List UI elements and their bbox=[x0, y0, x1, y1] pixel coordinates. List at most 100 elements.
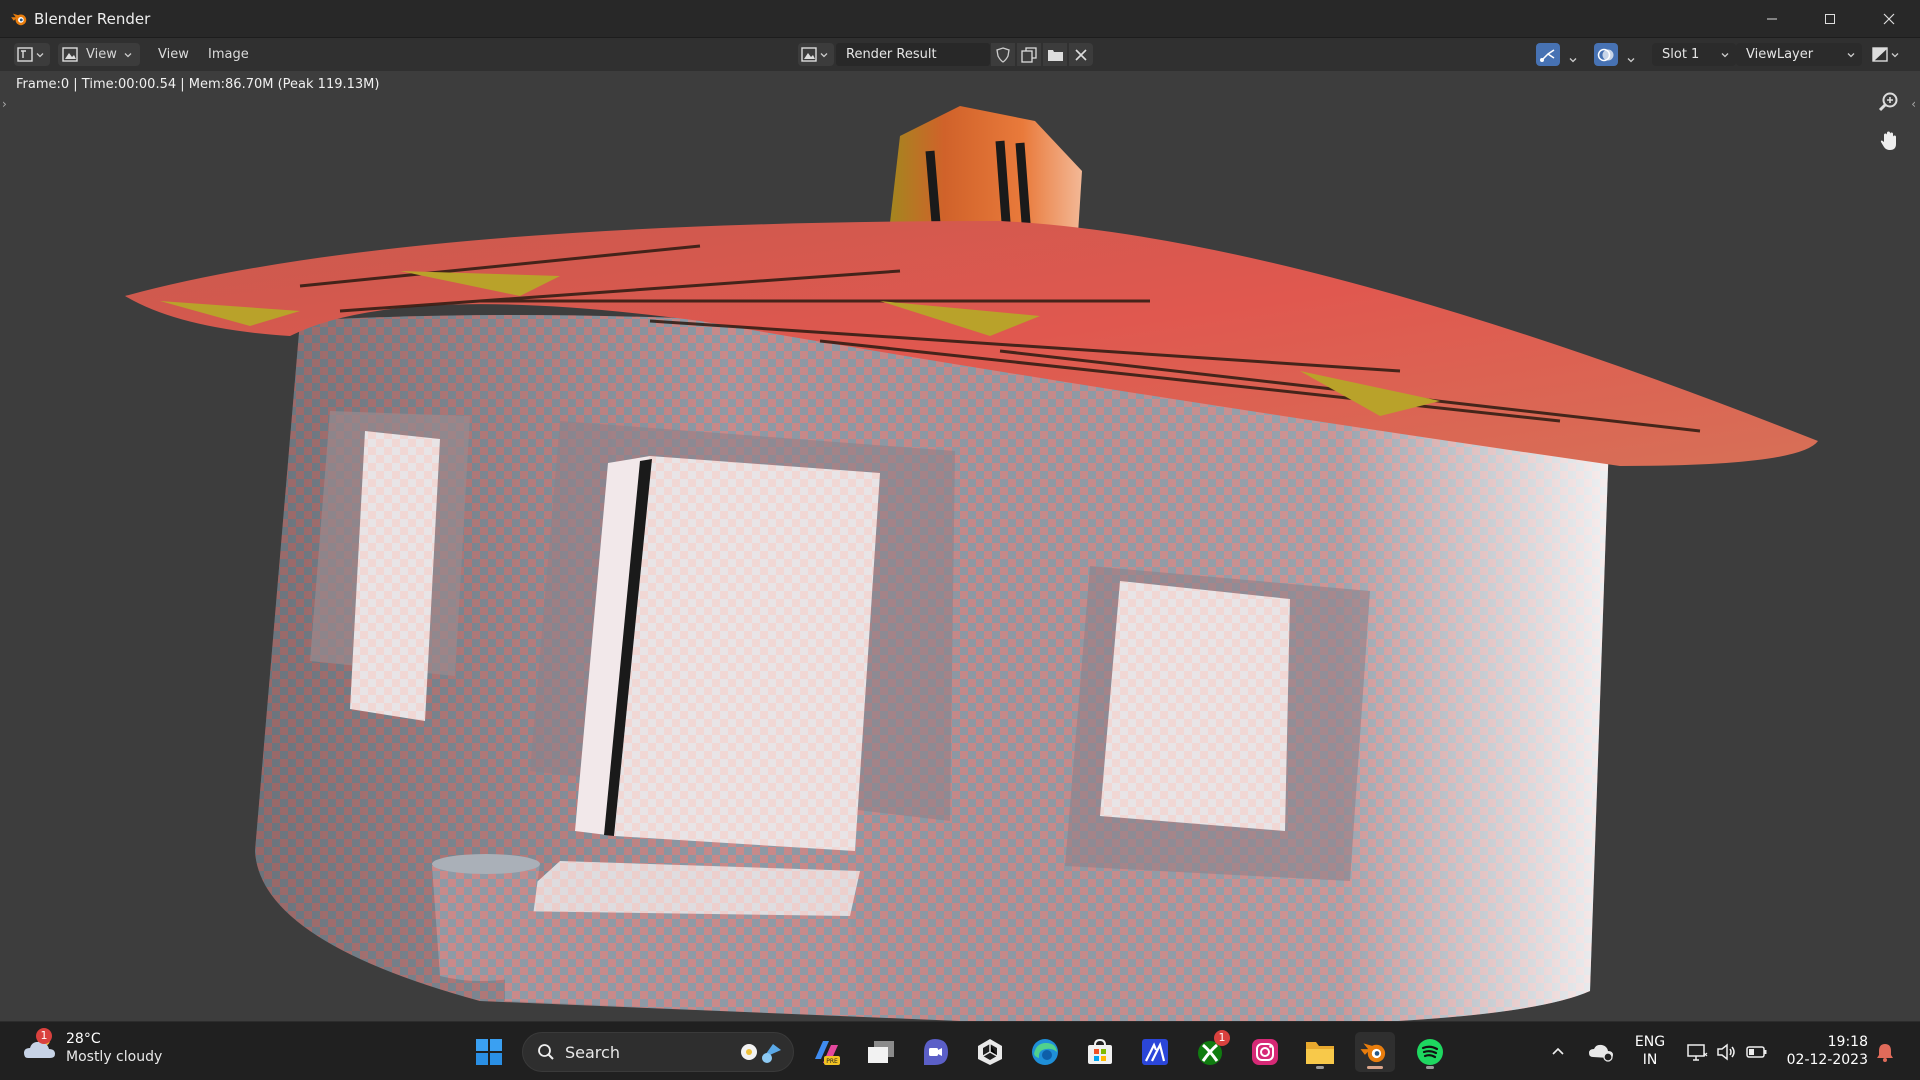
zoom-button[interactable] bbox=[1872, 84, 1906, 118]
taskbar-unity[interactable] bbox=[970, 1032, 1010, 1072]
title-bar: Blender Render bbox=[0, 0, 1920, 38]
language-line2: IN bbox=[1642, 1052, 1658, 1068]
clock[interactable]: 19:18 02-12-2023 bbox=[1780, 1033, 1868, 1069]
meet-video-icon bbox=[924, 1039, 948, 1065]
blender-icon bbox=[11, 13, 27, 26]
xbox-badge: 1 bbox=[1214, 1030, 1230, 1046]
notifications-button[interactable] bbox=[1876, 1022, 1894, 1080]
battery-icon bbox=[1746, 1045, 1767, 1058]
pan-button[interactable] bbox=[1872, 124, 1906, 158]
view-mode-dropdown[interactable]: View bbox=[58, 43, 140, 66]
chevron-down-icon bbox=[820, 52, 828, 57]
menu-view[interactable]: View bbox=[152, 44, 195, 65]
tray-onedrive[interactable] bbox=[1588, 1022, 1614, 1080]
search-highlight-icon bbox=[741, 1044, 781, 1063]
window-title: Blender Render bbox=[34, 10, 151, 28]
weather-widget[interactable]: 1 28°C Mostly cloudy bbox=[22, 1028, 163, 1066]
fake-user-shield-icon bbox=[996, 46, 1010, 63]
tray-overflow-button[interactable] bbox=[1550, 1022, 1566, 1080]
slot-dropdown[interactable]: Slot 1 bbox=[1652, 43, 1736, 66]
render-info-text: Frame:0 | Time:00:00.54 | Mem:86.70M (Pe… bbox=[16, 77, 380, 92]
active-indicator bbox=[1367, 1066, 1383, 1069]
blender-icon bbox=[1360, 1043, 1386, 1063]
zoom-icon bbox=[1878, 92, 1898, 112]
duplicate-image-icon bbox=[1021, 46, 1037, 63]
sidebar-expand-arrow[interactable]: ‹ bbox=[1911, 97, 1916, 111]
chevron-down-icon bbox=[124, 52, 132, 57]
view-layer-label: ViewLayer bbox=[1746, 47, 1814, 62]
file-explorer-icon bbox=[1306, 1042, 1334, 1064]
task-view-icon bbox=[868, 1041, 894, 1063]
display-channels-dropdown[interactable] bbox=[1872, 43, 1908, 66]
taskbar-search[interactable]: Search bbox=[522, 1032, 794, 1072]
browse-image-button[interactable] bbox=[798, 43, 834, 66]
editor-type-button[interactable] bbox=[14, 43, 50, 66]
taskbar-spotify[interactable] bbox=[1410, 1032, 1450, 1072]
gizmo-icon bbox=[1540, 48, 1555, 62]
weather-desc: Mostly cloudy bbox=[66, 1049, 163, 1065]
taskbar-edge[interactable] bbox=[1025, 1032, 1065, 1072]
image-browse-icon bbox=[801, 46, 817, 62]
taskbar-instagram[interactable] bbox=[1245, 1032, 1285, 1072]
chevron-down-icon bbox=[1847, 53, 1855, 58]
taskbar-file-explorer[interactable] bbox=[1300, 1032, 1340, 1072]
affinity-icon bbox=[1142, 1039, 1168, 1065]
toolbar-expand-arrow[interactable]: › bbox=[2, 97, 7, 111]
close-icon bbox=[1883, 13, 1895, 25]
start-button[interactable] bbox=[469, 1032, 509, 1072]
language-line1: ENG bbox=[1634, 1034, 1666, 1050]
tray-network[interactable] bbox=[1686, 1022, 1708, 1080]
search-label: Search bbox=[565, 1042, 620, 1062]
clock-date: 02-12-2023 bbox=[1786, 1052, 1868, 1068]
blender-window: Blender Render View View Image Render Re… bbox=[0, 0, 1920, 1080]
minimize-button[interactable] bbox=[1743, 0, 1801, 38]
microsoft-store-icon bbox=[1088, 1038, 1112, 1064]
fake-user-button[interactable] bbox=[991, 43, 1015, 66]
chevron-down-icon bbox=[1891, 52, 1899, 57]
taskbar-store[interactable] bbox=[1080, 1032, 1120, 1072]
network-icon bbox=[1687, 1043, 1708, 1061]
volume-icon bbox=[1717, 1042, 1735, 1061]
close-button[interactable] bbox=[1860, 0, 1918, 38]
open-image-button[interactable] bbox=[1043, 43, 1067, 66]
gizmo-toggle[interactable] bbox=[1536, 43, 1560, 66]
chevron-down-icon[interactable] bbox=[1626, 55, 1636, 65]
taskbar-xbox[interactable]: 1 bbox=[1190, 1030, 1230, 1072]
svg-text:PRE: PRE bbox=[826, 1058, 838, 1065]
menu-image[interactable]: Image bbox=[202, 44, 255, 65]
windows-taskbar: 1 28°C Mostly cloudy Search PRE 1 ENG IN… bbox=[0, 1021, 1920, 1080]
instagram-icon bbox=[1252, 1039, 1278, 1065]
new-image-button[interactable] bbox=[1017, 43, 1041, 66]
taskbar-task-view[interactable] bbox=[861, 1032, 901, 1072]
chevron-down-icon[interactable] bbox=[1568, 55, 1578, 65]
tray-battery[interactable] bbox=[1746, 1022, 1768, 1080]
language-indicator[interactable]: ENG IN bbox=[1630, 1033, 1670, 1069]
onedrive-sync-icon bbox=[1589, 1044, 1613, 1062]
view-layer-dropdown[interactable]: ViewLayer bbox=[1736, 43, 1862, 66]
unlink-image-button[interactable] bbox=[1069, 43, 1093, 66]
chevron-down-icon bbox=[36, 52, 44, 57]
weather-badge: 1 bbox=[36, 1028, 52, 1044]
taskbar-meet[interactable] bbox=[915, 1032, 955, 1072]
spotify-icon bbox=[1417, 1039, 1443, 1065]
taskbar-copilot[interactable]: PRE bbox=[806, 1032, 846, 1072]
edge-icon bbox=[1032, 1039, 1058, 1065]
image-editor-icon bbox=[17, 46, 33, 62]
clock-time: 19:18 bbox=[1827, 1034, 1868, 1050]
tray-volume[interactable] bbox=[1716, 1022, 1738, 1080]
maximize-button[interactable] bbox=[1801, 0, 1859, 38]
weather-temp: 28°C bbox=[66, 1031, 101, 1047]
overlay-icon bbox=[1597, 48, 1614, 61]
image-name-field[interactable]: Render Result bbox=[836, 43, 990, 66]
chevron-down-icon bbox=[1721, 53, 1729, 58]
overlay-toggle[interactable] bbox=[1594, 43, 1618, 66]
taskbar-blender[interactable] bbox=[1355, 1032, 1395, 1072]
image-viewport[interactable]: › ‹ Frame:0 | Time:00:00.54 | Mem:86.70M… bbox=[0, 71, 1920, 1021]
unity-icon bbox=[978, 1039, 1002, 1065]
open-folder-icon bbox=[1047, 49, 1063, 61]
copilot-pre-icon: PRE bbox=[815, 1041, 840, 1065]
taskbar-affinity[interactable] bbox=[1135, 1032, 1175, 1072]
running-indicator bbox=[1426, 1066, 1434, 1069]
slot-label: Slot 1 bbox=[1662, 47, 1700, 62]
search-icon bbox=[538, 1044, 554, 1060]
